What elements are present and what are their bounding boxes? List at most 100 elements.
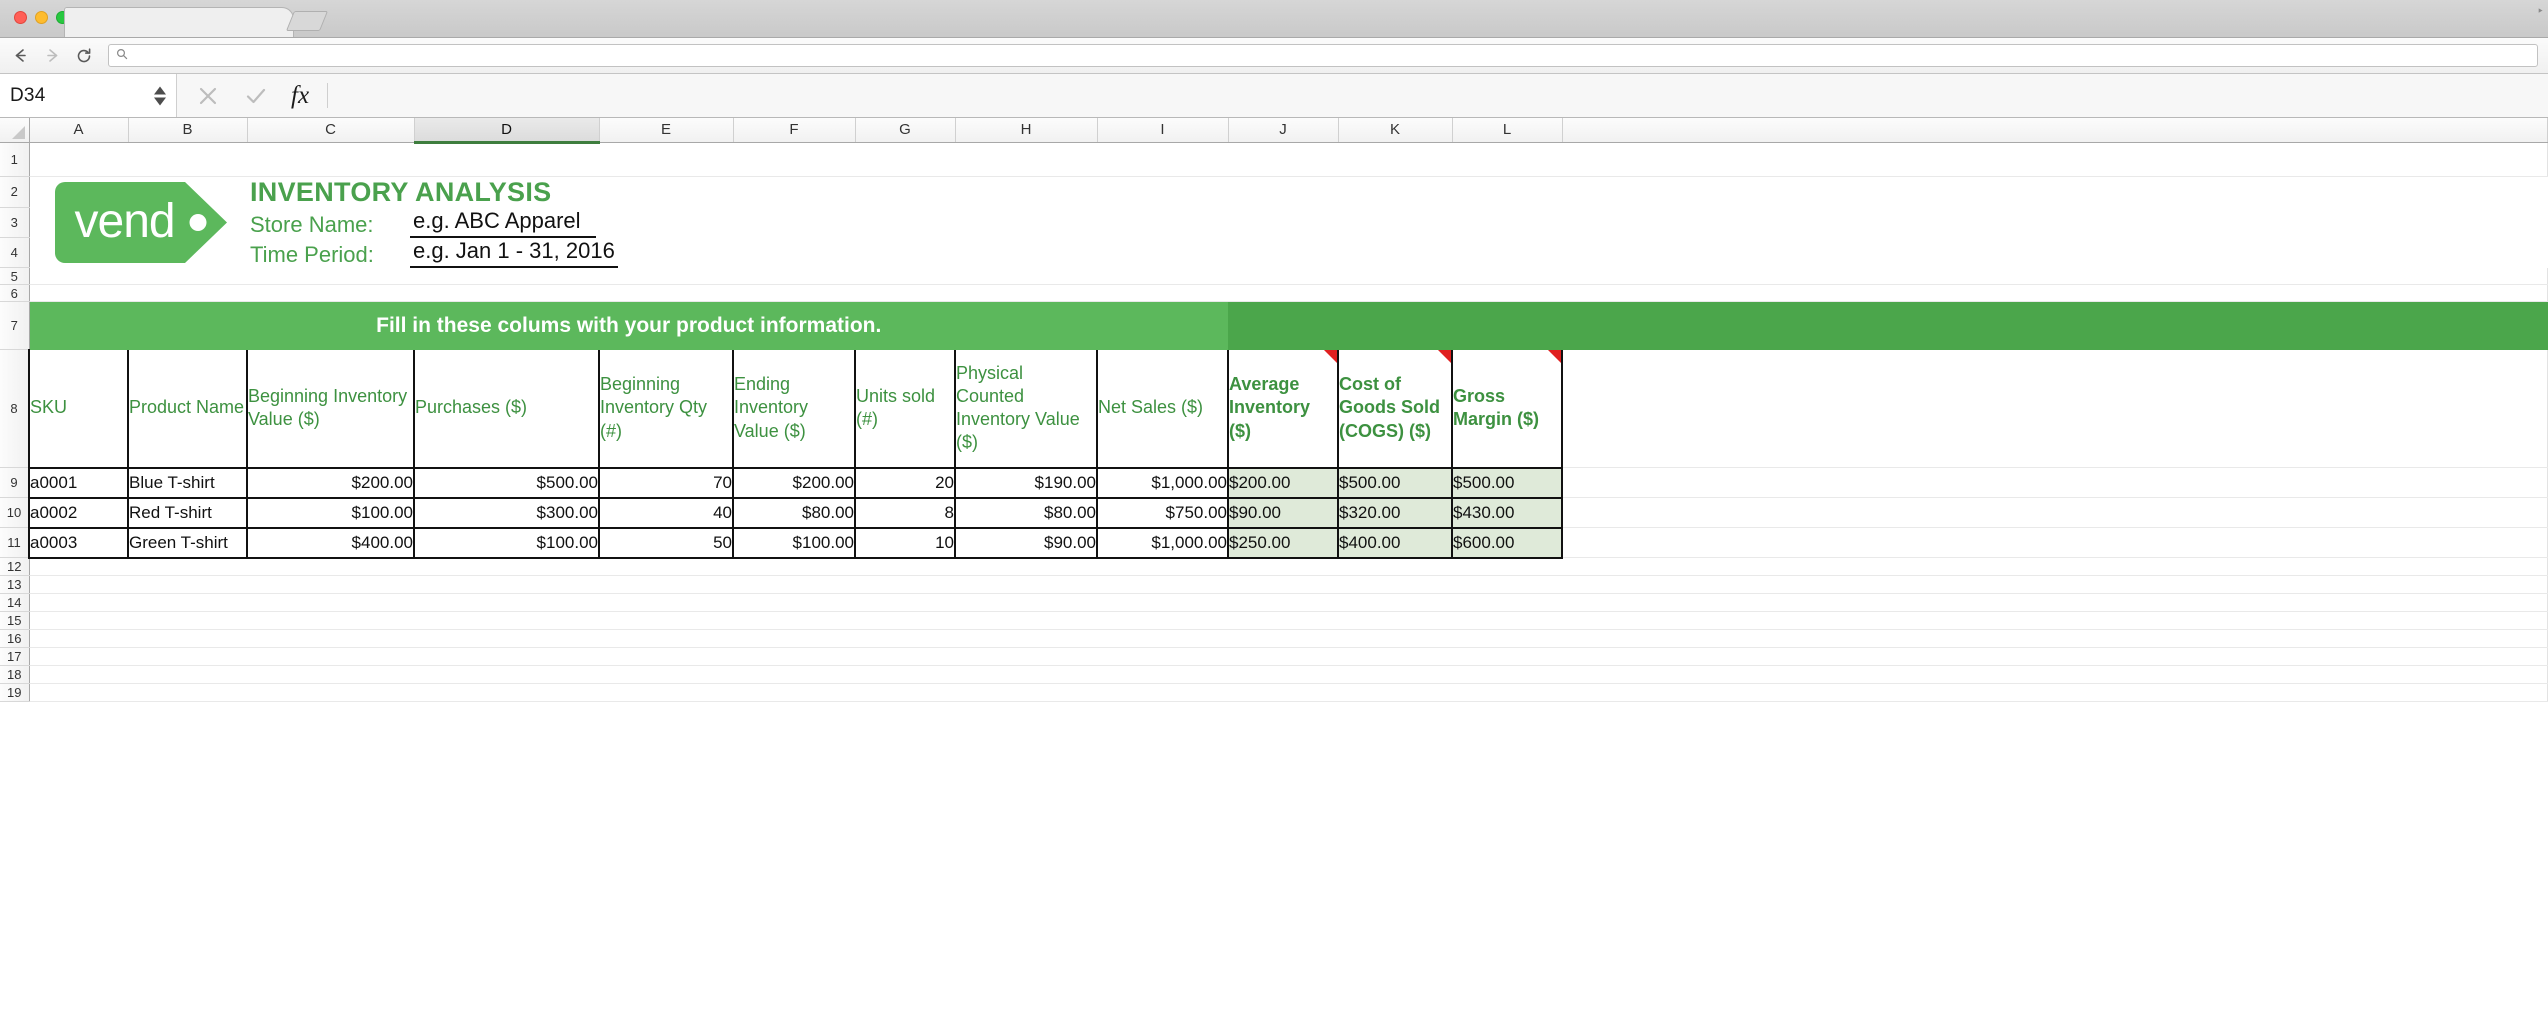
table-header-gross-margin[interactable]: Gross Margin ($) [1452,349,1563,469]
cell-net-sales[interactable]: $1,000.00 [1097,467,1229,499]
column-header-F[interactable]: F [733,118,856,143]
table-header-net-sales[interactable]: Net Sales ($) [1097,349,1229,469]
cell-physical-counted-inventory-value[interactable]: $90.00 [955,527,1098,559]
cell-product-name[interactable]: Red T-shirt [128,497,248,529]
row-header-10[interactable]: 10 [0,497,30,528]
cell-sku[interactable]: a0001 [28,467,129,499]
reload-icon[interactable] [74,46,94,66]
table-header-physical-counted-value[interactable]: Physical Counted Inventory Value ($) [955,349,1098,469]
cell-cogs[interactable]: $320.00 [1338,497,1453,529]
row-header-3[interactable]: 3 [0,207,30,238]
cell-ending-inventory-value[interactable]: $80.00 [733,497,856,529]
column-header-A[interactable]: A [29,118,129,143]
cell-purchases[interactable]: $300.00 [414,497,600,529]
cell-gross-margin[interactable]: $600.00 [1452,527,1563,559]
cell-ending-inventory-value[interactable]: $200.00 [733,467,856,499]
cell-physical-counted-inventory-value[interactable]: $80.00 [955,497,1098,529]
column-header-I[interactable]: I [1097,118,1229,143]
cell-ending-inventory-value[interactable]: $100.00 [733,527,856,559]
store-name-field[interactable]: e.g. ABC Apparel [410,208,596,238]
cell-beginning-inventory-qty[interactable]: 70 [599,467,734,499]
cell-beginning-inventory-qty[interactable]: 50 [599,527,734,559]
forward-arrow-icon[interactable] [42,46,62,66]
row-header-4[interactable]: 4 [0,237,30,268]
row-header-18[interactable]: 18 [0,665,30,684]
close-window-button[interactable] [14,11,27,24]
empty-row-15[interactable] [29,611,2548,630]
column-header-D[interactable]: D [414,118,600,144]
row-header-9[interactable]: 9 [0,467,30,498]
cell-units-sold[interactable]: 8 [855,497,956,529]
cell-cogs[interactable]: $400.00 [1338,527,1453,559]
cell-sku[interactable]: a0002 [28,497,129,529]
cell-gross-margin[interactable]: $430.00 [1452,497,1563,529]
row-header-1[interactable]: 1 [0,142,30,177]
empty-row-13[interactable] [29,575,2548,594]
address-bar-input[interactable] [134,48,2530,63]
table-header-product-name[interactable]: Product Name [128,349,248,469]
cell-physical-counted-inventory-value[interactable]: $190.00 [955,467,1098,499]
empty-row-12[interactable] [29,557,2548,576]
row-header-14[interactable]: 14 [0,593,30,612]
cell-units-sold[interactable]: 10 [855,527,956,559]
empty-row-5[interactable] [29,267,2548,285]
table-header-average-inventory[interactable]: Average Inventory ($) [1228,349,1339,469]
column-header-K[interactable]: K [1338,118,1453,143]
cell-purchases[interactable]: $500.00 [414,467,600,499]
cell-gross-margin[interactable]: $500.00 [1452,467,1563,499]
row-header-19[interactable]: 19 [0,683,30,702]
row-header-11[interactable]: 11 [0,527,30,558]
empty-row-16[interactable] [29,629,2548,648]
instruction-banner[interactable]: Fill in these colums with your product i… [29,301,1228,350]
table-header-ending-inv-value[interactable]: Ending Inventory Value ($) [733,349,856,469]
minimize-window-button[interactable] [35,11,48,24]
address-bar[interactable] [108,44,2538,67]
back-arrow-icon[interactable] [10,46,30,66]
empty-row-6[interactable] [29,284,2548,302]
sheet-title-cell[interactable]: INVENTORY ANALYSIS [247,176,2548,208]
table-header-beginning-inv-qty[interactable]: Beginning Inventory Qty (#) [599,349,734,469]
cell-units-sold[interactable]: 20 [855,467,956,499]
row-header-15[interactable]: 15 [0,611,30,630]
column-header-L[interactable]: L [1452,118,1563,143]
cell-beginning-inventory-value[interactable]: $100.00 [247,497,415,529]
formula-input-wrap[interactable] [328,74,2548,117]
column-header-C[interactable]: C [247,118,415,143]
row-header-17[interactable]: 17 [0,647,30,666]
cell-net-sales[interactable]: $750.00 [1097,497,1229,529]
cell-beginning-inventory-value[interactable]: $200.00 [247,467,415,499]
accept-formula-icon[interactable] [243,83,269,109]
cell-beginning-inventory-qty[interactable]: 40 [599,497,734,529]
name-box-stepper[interactable] [154,86,166,105]
name-box[interactable]: D34 [0,74,177,117]
row-header-6[interactable]: 6 [0,284,30,302]
row-header-2[interactable]: 2 [0,176,30,208]
table-header-sku[interactable]: SKU [28,349,129,469]
cell-net-sales[interactable]: $1,000.00 [1097,527,1229,559]
toolbar-overflow-icon[interactable]: ‣ [2537,4,2544,18]
cell-product-name[interactable]: Blue T-shirt [128,467,248,499]
column-header-G[interactable]: G [855,118,956,143]
cell-average-inventory[interactable]: $250.00 [1228,527,1339,559]
column-header-E[interactable]: E [599,118,734,143]
insert-function-icon[interactable]: fx [291,82,309,110]
new-tab-button[interactable] [285,11,329,31]
row-header-12[interactable]: 12 [0,557,30,576]
cell-beginning-inventory-value[interactable]: $400.00 [247,527,415,559]
row-header-13[interactable]: 13 [0,575,30,594]
table-header-purchases[interactable]: Purchases ($) [414,349,600,469]
empty-row-18[interactable] [29,665,2548,684]
cancel-formula-icon[interactable] [195,83,221,109]
empty-row-17[interactable] [29,647,2548,666]
cell-sku[interactable]: a0003 [28,527,129,559]
column-header-H[interactable]: H [955,118,1098,143]
column-header-J[interactable]: J [1228,118,1339,143]
empty-row-14[interactable] [29,593,2548,612]
empty-row-19[interactable] [29,683,2548,702]
table-header-cogs[interactable]: Cost of Goods Sold (COGS) ($) [1338,349,1453,469]
row-header-5[interactable]: 5 [0,267,30,285]
name-box-stepper-up-icon[interactable] [154,86,166,94]
cell-average-inventory[interactable]: $200.00 [1228,467,1339,499]
cell-product-name[interactable]: Green T-shirt [128,527,248,559]
row-header-8[interactable]: 8 [0,349,30,468]
